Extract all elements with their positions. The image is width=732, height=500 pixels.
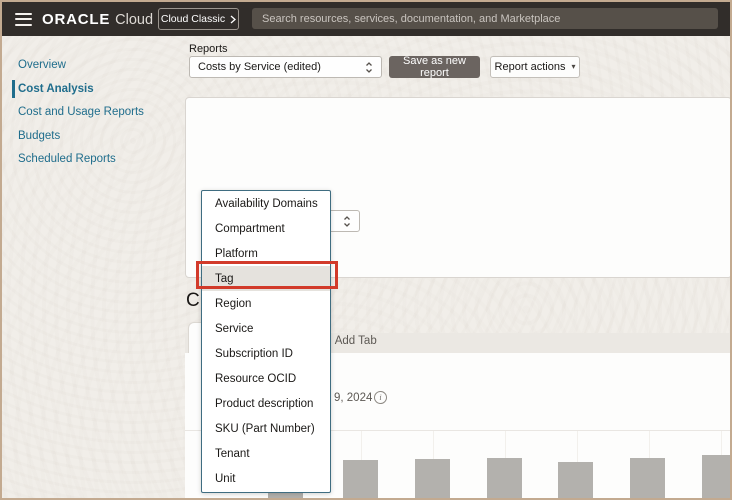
top-navigation-bar: ORACLE Cloud Cloud Classic Search resour…: [2, 2, 730, 36]
sidebar-item-budgets[interactable]: Budgets: [18, 128, 144, 144]
cloud-classic-label: Cloud Classic: [161, 13, 225, 25]
sidebar-item-cost-analysis[interactable]: Cost Analysis: [18, 81, 144, 97]
sidebar-item-scheduled-reports[interactable]: Scheduled Reports: [18, 151, 144, 167]
filter-menu-item-product-description[interactable]: Product description: [202, 392, 330, 417]
select-chevrons-icon: [365, 61, 373, 74]
obscured-section-heading-fragment: C: [186, 290, 200, 312]
chart-gridline-vertical: [577, 431, 578, 499]
global-search-input[interactable]: Search resources, services, documentatio…: [252, 8, 718, 29]
reports-label: Reports: [189, 43, 228, 55]
save-as-new-report-button[interactable]: Save as new report: [389, 56, 480, 78]
sidebar-item-cost-usage-reports[interactable]: Cost and Usage Reports: [18, 104, 144, 120]
report-select[interactable]: Costs by Service (edited): [189, 56, 382, 78]
add-tab-label: Add Tab: [335, 335, 377, 347]
chart-gridline-vertical: [721, 431, 722, 499]
sidebar-navigation: Overview Cost Analysis Cost and Usage Re…: [18, 57, 144, 167]
logo-oracle-text: ORACLE: [42, 11, 110, 28]
sidebar-item-overview[interactable]: Overview: [18, 57, 144, 73]
filter-menu-item-service[interactable]: Service: [202, 316, 330, 341]
report-select-value: Costs by Service (edited): [198, 61, 321, 73]
report-actions-button[interactable]: Report actions ▾: [490, 56, 580, 78]
save-button-label: Save as new report: [389, 55, 480, 79]
filter-menu-item-tenant[interactable]: Tenant: [202, 442, 330, 467]
add-tab-button[interactable]: + Add Tab: [324, 335, 377, 347]
cloud-classic-button[interactable]: Cloud Classic: [158, 8, 239, 30]
add-filter-dropdown-menu: Availability Domains Compartment Platfor…: [201, 190, 331, 493]
filter-menu-item-region[interactable]: Region: [202, 291, 330, 316]
chart-gridline-vertical: [433, 431, 434, 499]
caret-down-icon: ▾: [571, 63, 575, 71]
filter-menu-item-unit[interactable]: Unit: [202, 467, 330, 492]
filter-menu-item-compartment[interactable]: Compartment: [202, 216, 330, 241]
chart-gridline-vertical: [361, 431, 362, 499]
filter-menu-item-platform[interactable]: Platform: [202, 241, 330, 266]
chart-title-fragment: 9, 2024: [334, 392, 372, 404]
oracle-cloud-logo: ORACLE Cloud: [42, 11, 153, 28]
chart-gridline-vertical: [649, 431, 650, 499]
chevron-right-icon: [230, 15, 236, 24]
search-placeholder: Search resources, services, documentatio…: [262, 13, 560, 25]
report-actions-label: Report actions: [495, 61, 566, 73]
hamburger-menu-icon[interactable]: [15, 13, 32, 26]
chart-gridline-vertical: [505, 431, 506, 499]
filter-menu-item-sku[interactable]: SKU (Part Number): [202, 417, 330, 442]
oracle-cloud-console-window: ORACLE Cloud Cloud Classic Search resour…: [0, 0, 732, 500]
select-chevrons-icon: [343, 215, 351, 228]
filter-menu-item-availability-domains[interactable]: Availability Domains: [202, 191, 330, 216]
info-icon[interactable]: i: [374, 391, 387, 404]
filter-menu-item-resource-ocid[interactable]: Resource OCID: [202, 367, 330, 392]
filter-menu-item-subscription-id[interactable]: Subscription ID: [202, 341, 330, 366]
filter-menu-item-tag[interactable]: Tag: [202, 266, 330, 291]
logo-cloud-text: Cloud: [115, 12, 153, 28]
